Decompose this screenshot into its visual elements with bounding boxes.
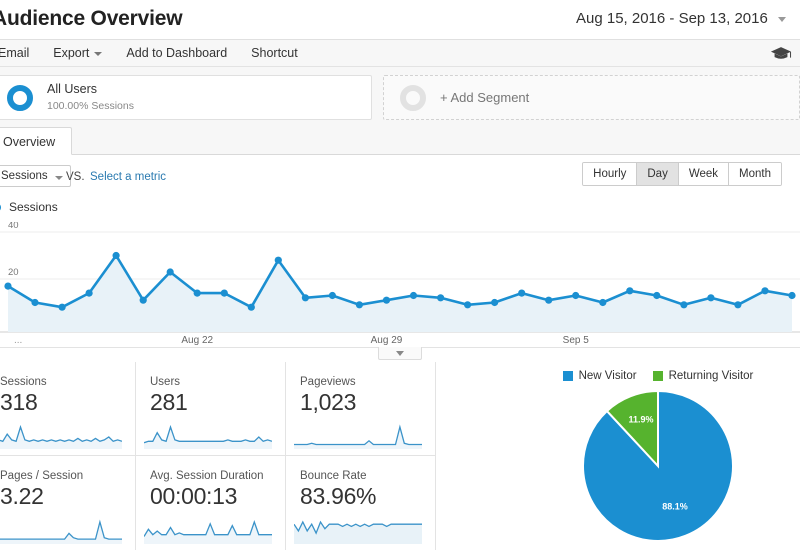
chart-collapse-handle[interactable] [378,347,422,360]
page-header: Audience Overview Aug 15, 2016 - Sep 13,… [0,0,800,40]
granularity-button-group: HourlyDayWeekMonth [582,162,782,186]
metric-card-sparkline [144,423,272,449]
granularity-hourly[interactable]: Hourly [583,163,637,185]
granularity-month[interactable]: Month [729,163,781,185]
metric-card-sparkline [144,518,272,544]
metric-card-bounce-rate[interactable]: Bounce Rate83.96% [286,456,436,550]
add-segment-button[interactable]: + Add Segment [383,75,800,120]
legend-dot-icon [0,203,1,212]
metric-selector-row: Sessions VS. Select a metric HourlyDayWe… [0,155,800,198]
action-label: Email [0,46,29,60]
segment-donut-empty-icon [400,85,426,111]
metric-card-sparkline [0,423,122,449]
segment-donut-icon [7,85,33,111]
main-chart-svg: 2040 [0,222,800,340]
metric-card-sparkline [294,518,422,544]
analytics-audience-overview-page: Audience Overview Aug 15, 2016 - Sep 13,… [0,0,800,550]
metric-card-value: 83.96% [300,483,427,510]
tab-overview[interactable]: Overview [0,127,72,155]
select-a-metric-link[interactable]: Select a metric [90,171,166,183]
segment-bar: All Users 100.00% Sessions + Add Segment [0,67,800,127]
metric-card-label: Avg. Session Duration [150,470,277,482]
pie-legend-item[interactable]: Returning Visitor [653,370,754,382]
pie-slice-percent-label: 11.9% [628,415,653,425]
chevron-down-icon [778,17,786,22]
x-tick-label: Aug 29 [371,335,403,346]
metric-card-label: Users [150,376,277,388]
metric-card-value: 00:00:13 [150,483,277,510]
main-chart-legend: Sessions [0,200,58,214]
action-email[interactable]: Email [0,40,41,67]
metric-card-users[interactable]: Users281 [136,362,286,456]
metric-card-row: Sessions318Users281Pageviews1,023 [0,362,502,456]
metric-card-sessions[interactable]: Sessions318 [0,362,136,456]
action-label: Add to Dashboard [126,46,227,60]
action-toolbar: Email Export Add to Dashboard Shortcut [0,40,800,67]
pie-legend-swatch-icon [653,371,663,381]
pie-legend-label: Returning Visitor [669,370,754,382]
action-export[interactable]: Export [41,40,114,67]
metric-card-label: Pages / Session [0,470,127,482]
date-range-label: Aug 15, 2016 - Sep 13, 2016 [576,10,768,27]
pie-legend-swatch-icon [563,371,573,381]
metric-select-dropdown[interactable]: Sessions [0,165,71,187]
granularity-week[interactable]: Week [679,163,729,185]
graduation-cap-icon[interactable] [770,46,792,61]
metric-card-sparkline [294,423,422,449]
pie-chart-legend: New Visitor Returning Visitor [516,370,800,382]
segment-all-users-sub: 100.00% Sessions [47,100,134,113]
new-vs-returning-panel: New Visitor Returning Visitor 88.1% 11.9% [516,362,800,550]
metric-card-avg-session-duration[interactable]: Avg. Session Duration00:00:13 [136,456,286,550]
metric-card-row: Pages / Session3.22Avg. Session Duration… [0,456,502,550]
x-tick-label: Aug 22 [181,335,213,346]
metric-card-value: 1,023 [300,389,427,416]
segment-all-users[interactable]: All Users 100.00% Sessions [0,75,372,120]
main-chart-legend-label: Sessions [9,200,58,214]
vs-label: VS. [66,171,85,183]
granularity-day[interactable]: Day [637,163,678,185]
pie-slice-percent-label: 88.1% [662,501,688,511]
chevron-down-icon [55,176,63,180]
segment-all-users-name: All Users [47,82,134,98]
action-add-to-dashboard[interactable]: Add to Dashboard [114,40,239,67]
action-label: Export [53,46,89,60]
svg-text:40: 40 [8,222,19,231]
metric-card-value: 281 [150,389,277,416]
metric-card-label: Pageviews [300,376,427,388]
metric-card-label: Sessions [0,376,127,388]
tab-bar: Overview [0,127,800,155]
action-label: Shortcut [251,46,298,60]
metric-card-value: 318 [0,389,127,416]
x-tick-label: Sep 5 [563,335,589,346]
action-shortcut[interactable]: Shortcut [239,40,310,67]
metric-card-value: 3.22 [0,483,127,510]
metric-select-value: Sessions [1,170,48,182]
chevron-down-icon [94,52,102,56]
pie-legend-label: New Visitor [579,370,637,382]
metric-card-pages-session[interactable]: Pages / Session3.22 [0,456,136,550]
action-toolbar-items: Email Export Add to Dashboard Shortcut [0,40,310,67]
pie-legend-item[interactable]: New Visitor [563,370,637,382]
x-tick-label: ... [14,335,22,346]
metric-cards-grid: Sessions318Users281Pageviews1,023Pages /… [0,362,502,550]
main-chart[interactable]: 2040 [0,222,800,342]
date-range-picker[interactable]: Aug 15, 2016 - Sep 13, 2016 [564,6,800,31]
metric-card-sparkline [0,518,122,544]
chevron-down-icon [396,351,404,356]
svg-text:20: 20 [8,267,19,278]
metric-card-label: Bounce Rate [300,470,427,482]
metric-card-pageviews[interactable]: Pageviews1,023 [286,362,436,456]
pie-chart-svg[interactable]: 88.1% 11.9% [548,388,768,544]
page-title: Audience Overview [0,7,182,31]
segment-all-users-text: All Users 100.00% Sessions [47,82,134,113]
add-segment-label: + Add Segment [440,90,529,105]
